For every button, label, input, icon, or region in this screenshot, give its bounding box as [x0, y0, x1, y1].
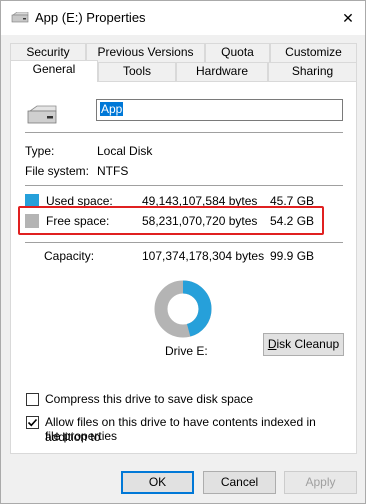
capacity-label: Capacity:: [44, 249, 95, 263]
type-value: Local Disk: [97, 144, 153, 158]
tab-label: Customize: [285, 45, 342, 59]
free-space-swatch: [25, 214, 39, 228]
ok-button[interactable]: OK: [121, 471, 194, 494]
tab-label: General: [32, 62, 76, 76]
index-label-line2: file properties: [45, 429, 118, 443]
free-space-bytes: 58,231,070,720 bytes: [142, 214, 258, 228]
separator: [25, 185, 343, 186]
tab-sharing[interactable]: Sharing: [268, 62, 357, 81]
cancel-button[interactable]: Cancel: [203, 471, 276, 494]
properties-window: App (E:) Properties ✕ Security Previous …: [0, 0, 366, 504]
index-checkbox[interactable]: [26, 416, 39, 429]
tab-hardware[interactable]: Hardware: [176, 62, 268, 81]
tab-label: Previous Versions: [97, 45, 194, 59]
capacity-bytes: 107,374,178,304 bytes: [142, 249, 265, 263]
type-label: Type:: [25, 144, 55, 158]
tab-label: Security: [26, 45, 70, 59]
tab-general[interactable]: General: [10, 60, 98, 82]
general-panel: App Type: Local Disk File system: NTFS U…: [10, 81, 357, 454]
window-title: App (E:) Properties: [35, 10, 146, 25]
checkmark-icon: [27, 418, 38, 427]
usage-donut-chart: [154, 280, 212, 338]
disk-cleanup-label: isk Cleanup: [276, 337, 340, 351]
drive-name-selection: App: [100, 102, 124, 116]
compress-label: Compress this drive to save disk space: [45, 392, 254, 406]
tab-tools[interactable]: Tools: [98, 62, 176, 81]
drive-icon: [11, 12, 29, 23]
tab-label: Tools: [122, 64, 151, 78]
title-bar[interactable]: App (E:) Properties ✕: [1, 1, 365, 35]
tab-previous-versions[interactable]: Previous Versions: [86, 43, 205, 62]
tab-quota[interactable]: Quota: [205, 43, 270, 62]
drive-icon: [27, 105, 57, 124]
file-system-label: File system:: [25, 164, 90, 178]
tab-label: Sharing: [291, 64, 334, 78]
capacity-size: 99.9 GB: [270, 249, 315, 263]
disk-cleanup-button[interactable]: Disk Cleanup: [263, 333, 344, 356]
file-system-value: NTFS: [97, 164, 129, 178]
drive-label: Drive E:: [165, 344, 208, 358]
apply-button[interactable]: Apply: [284, 471, 357, 494]
free-space-size: 54.2 GB: [270, 214, 315, 228]
free-space-label: Free space:: [46, 214, 110, 228]
compress-checkbox[interactable]: [26, 393, 39, 406]
tab-label: Hardware: [195, 64, 249, 78]
separator: [25, 242, 343, 243]
drive-name-input[interactable]: App: [96, 99, 343, 121]
close-icon: ✕: [342, 9, 354, 26]
separator: [25, 132, 343, 133]
tab-customize[interactable]: Customize: [270, 43, 357, 62]
close-button[interactable]: ✕: [331, 1, 365, 35]
tab-label: Quota: [221, 45, 254, 59]
